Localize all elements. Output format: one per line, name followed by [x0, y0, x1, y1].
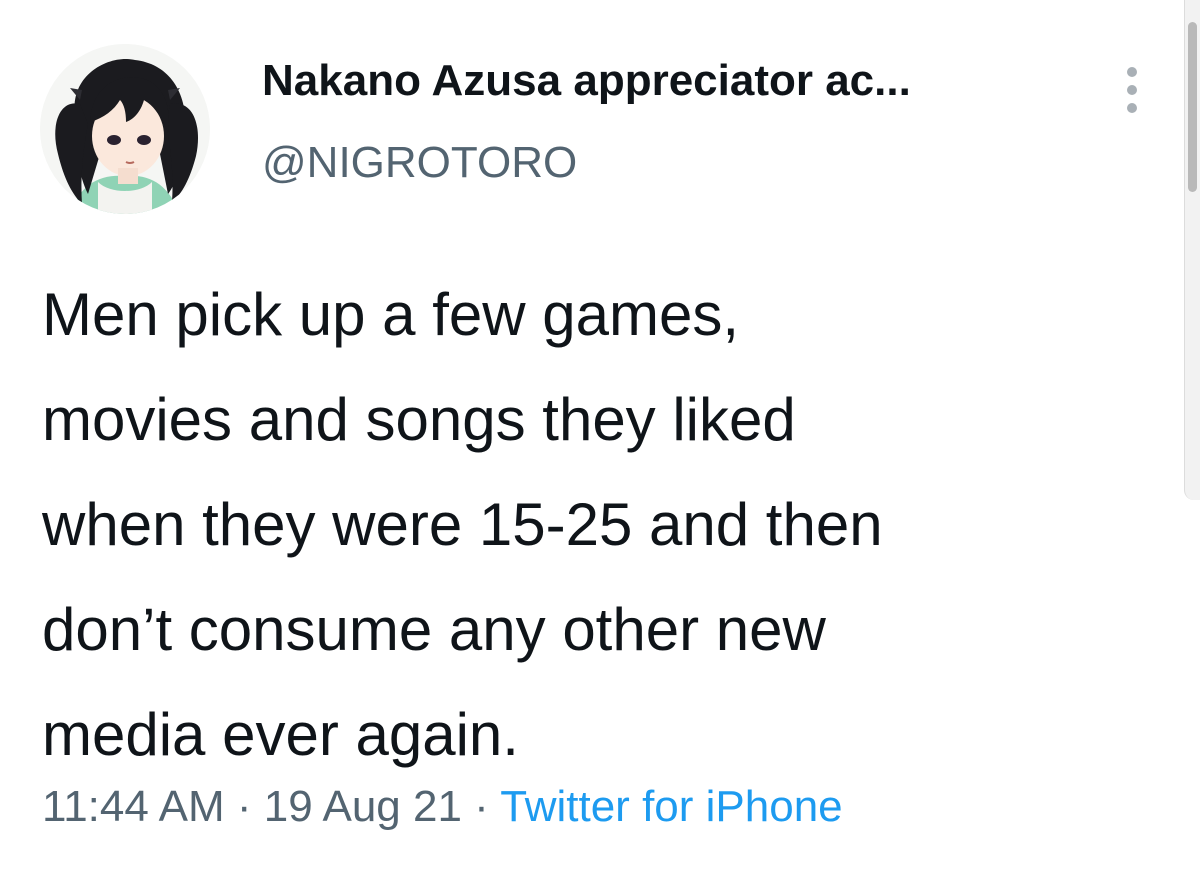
author-display-name[interactable]: Nakano Azusa appreciator ac... — [262, 56, 911, 106]
tweet-text-line: Men pick up a few games, — [42, 281, 740, 348]
tweet-metadata: 11:44 AM · 19 Aug 21 · Twitter for iPhon… — [42, 782, 843, 832]
more-options-button[interactable] — [1108, 62, 1156, 118]
tweet-body-text: Men pick up a few games, movies and song… — [42, 262, 1172, 787]
meta-separator: · — [224, 782, 264, 831]
tweet-time[interactable]: 11:44 AM — [42, 782, 225, 831]
tweet-text-line: media ever again. — [42, 701, 519, 768]
tweet-text-line: movies and songs they liked — [42, 386, 796, 453]
anime-girl-avatar-icon — [40, 44, 210, 214]
vertical-ellipsis-icon — [1127, 67, 1137, 113]
tweet-text-line: when they were 15-25 and then — [42, 491, 883, 558]
author-handle[interactable]: @NIGROTORO — [262, 138, 577, 188]
meta-separator: · — [461, 782, 501, 831]
tweet-date[interactable]: 19 Aug 21 — [264, 782, 462, 831]
scrollbar-thumb[interactable] — [1188, 22, 1197, 192]
tweet-text-line: don’t consume any other new — [42, 596, 826, 663]
tweet-source-link[interactable]: Twitter for iPhone — [500, 782, 842, 831]
author-avatar[interactable] — [40, 44, 210, 214]
tweet-card: Nakano Azusa appreciator ac... @NIGROTOR… — [0, 0, 1200, 880]
